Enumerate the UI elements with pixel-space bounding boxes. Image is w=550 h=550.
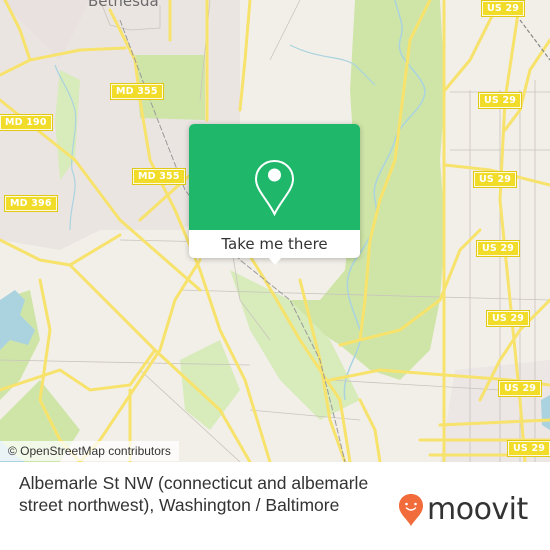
- place-label-bethesda: Bethesda: [88, 0, 159, 10]
- take-me-there-popup[interactable]: Take me there: [189, 124, 360, 265]
- route-shield-md190: MD 190: [0, 114, 53, 131]
- map[interactable]: Bethesda MD 355 MD 355 MD 190 MD 396 US …: [0, 0, 550, 462]
- route-shield-md396: MD 396: [4, 195, 58, 212]
- route-shield-md355: MD 355: [132, 168, 186, 185]
- stop-title: Albemarle St NW (connecticut and albemar…: [19, 473, 369, 515]
- route-shield-us29: US 29: [497, 380, 543, 397]
- water: [541, 395, 550, 430]
- moovit-wordmark: moovit: [427, 492, 528, 527]
- route-shield-us29: US 29: [477, 92, 523, 109]
- route-shield-us29: US 29: [480, 0, 526, 17]
- route-shield-us29: US 29: [472, 171, 518, 188]
- route-shield-us29: US 29: [475, 240, 521, 257]
- take-me-there-button[interactable]: Take me there: [189, 230, 360, 258]
- map-pin-icon: [254, 159, 295, 217]
- moovit-logo[interactable]: moovit: [398, 492, 528, 528]
- route-shield-us29: US 29: [485, 310, 531, 327]
- moovit-pin-icon: [399, 494, 423, 526]
- popup-header[interactable]: [189, 124, 360, 230]
- popup-pointer: [267, 256, 283, 265]
- footer: Albemarle St NW (connecticut and albemar…: [0, 462, 550, 550]
- route-shield-md355: MD 355: [110, 83, 164, 100]
- railway: [519, 19, 550, 61]
- osm-attribution[interactable]: © OpenStreetMap contributors: [0, 441, 179, 461]
- route-shield-us29: US 29: [506, 440, 550, 457]
